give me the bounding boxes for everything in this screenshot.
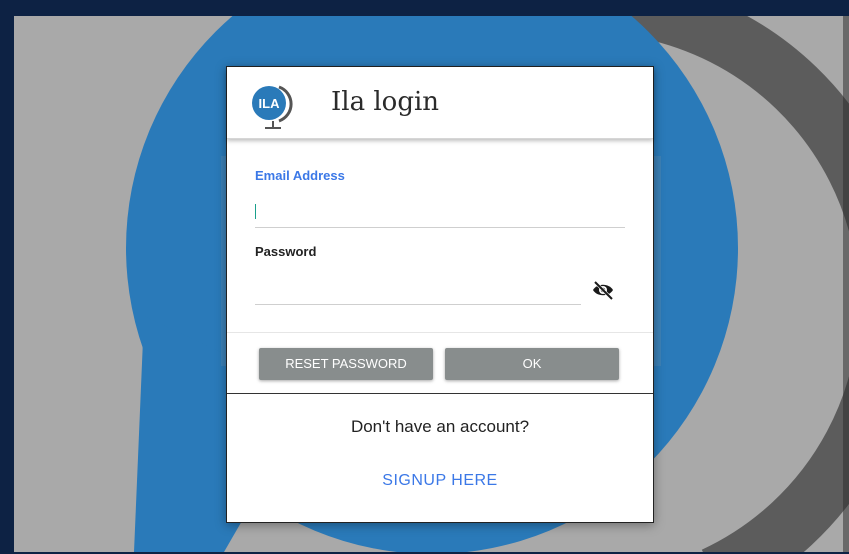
dialog-title: Ila login — [331, 87, 440, 117]
reset-password-button[interactable]: RESET PASSWORD — [259, 348, 433, 380]
footer-divider — [227, 393, 653, 394]
no-account-text: Don't have an account? — [350, 417, 530, 436]
text-caret — [255, 204, 256, 219]
signup-link[interactable]: SIGNUP HERE — [227, 472, 653, 490]
email-label: Email Address — [255, 168, 345, 183]
app-frame: ILA Ila login Email Address Password RES… — [0, 0, 849, 554]
password-field[interactable] — [255, 277, 581, 305]
logo-text: ILA — [259, 96, 281, 111]
password-label: Password — [255, 244, 317, 259]
dialog-header: ILA Ila login — [227, 67, 653, 139]
login-dialog: ILA Ila login Email Address Password RES… — [226, 66, 654, 523]
section-divider — [227, 332, 653, 333]
ok-button[interactable]: OK — [445, 348, 619, 380]
eye-off-icon[interactable] — [591, 279, 615, 301]
ila-logo-icon: ILA — [252, 85, 293, 129]
email-field[interactable] — [255, 200, 625, 228]
